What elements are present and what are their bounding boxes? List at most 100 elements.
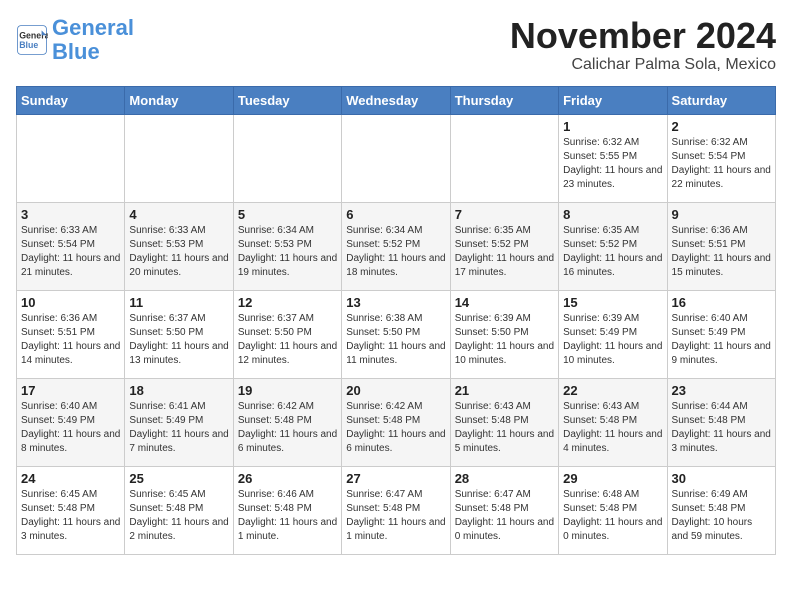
day-number: 13 [346,295,445,310]
header-row: SundayMondayTuesdayWednesdayThursdayFrid… [17,86,776,114]
day-number: 24 [21,471,120,486]
calendar-cell: 17Sunrise: 6:40 AM Sunset: 5:49 PM Dayli… [17,378,125,466]
day-number: 11 [129,295,228,310]
day-number: 2 [672,119,771,134]
day-info: Sunrise: 6:32 AM Sunset: 5:55 PM Dayligh… [563,136,662,192]
logo-icon: General Blue [16,24,48,56]
day-info: Sunrise: 6:34 AM Sunset: 5:53 PM Dayligh… [238,224,337,280]
day-number: 5 [238,207,337,222]
day-info: Sunrise: 6:41 AM Sunset: 5:49 PM Dayligh… [129,400,228,456]
calendar-cell: 26Sunrise: 6:46 AM Sunset: 5:48 PM Dayli… [233,466,341,554]
calendar-cell: 20Sunrise: 6:42 AM Sunset: 5:48 PM Dayli… [342,378,450,466]
day-info: Sunrise: 6:45 AM Sunset: 5:48 PM Dayligh… [129,488,228,544]
day-number: 14 [455,295,554,310]
day-info: Sunrise: 6:48 AM Sunset: 5:48 PM Dayligh… [563,488,662,544]
calendar-title: November 2024 [510,16,776,56]
header-cell-wednesday: Wednesday [342,86,450,114]
svg-text:General: General [19,31,48,41]
day-info: Sunrise: 6:36 AM Sunset: 5:51 PM Dayligh… [21,312,120,368]
day-info: Sunrise: 6:38 AM Sunset: 5:50 PM Dayligh… [346,312,445,368]
calendar-cell: 24 Sunrise: 6:45 AM Sunset: 5:48 PM Dayli… [17,466,125,554]
week-row-1: 1Sunrise: 6:32 AM Sunset: 5:55 PM Daylig… [17,114,776,202]
calendar-cell: 11 Sunrise: 6:37 AM Sunset: 5:50 PM Dayli… [125,290,233,378]
day-info: Sunrise: 6:33 AM Sunset: 5:54 PM Dayligh… [21,224,120,280]
calendar-cell [450,114,558,202]
day-number: 20 [346,383,445,398]
calendar-cell [125,114,233,202]
header-cell-friday: Friday [559,86,667,114]
day-number: 22 [563,383,662,398]
calendar-cell [17,114,125,202]
header-cell-tuesday: Tuesday [233,86,341,114]
calendar-cell: 3 Sunrise: 6:33 AM Sunset: 5:54 PM Daylig… [17,202,125,290]
week-row-3: 10 Sunrise: 6:36 AM Sunset: 5:51 PM Dayli… [17,290,776,378]
title-section: November 2024 Calichar Palma Sola, Mexic… [510,16,776,74]
calendar-cell: 7 Sunrise: 6:35 AM Sunset: 5:52 PM Daylig… [450,202,558,290]
day-info: Sunrise: 6:45 AM Sunset: 5:48 PM Dayligh… [21,488,120,544]
calendar-cell: 2 Sunrise: 6:32 AM Sunset: 5:54 PM Daylig… [667,114,775,202]
calendar-cell: 25 Sunrise: 6:45 AM Sunset: 5:48 PM Dayli… [125,466,233,554]
day-number: 3 [21,207,120,222]
day-info: Sunrise: 6:47 AM Sunset: 5:48 PM Dayligh… [346,488,445,544]
calendar-table: SundayMondayTuesdayWednesdayThursdayFrid… [16,86,776,555]
day-info: Sunrise: 6:37 AM Sunset: 5:50 PM Dayligh… [129,312,228,368]
calendar-cell: 4Sunrise: 6:33 AM Sunset: 5:53 PM Daylig… [125,202,233,290]
day-info: Sunrise: 6:47 AM Sunset: 5:48 PM Dayligh… [455,488,554,544]
logo-text2: Blue [52,39,100,64]
calendar-cell: 15 Sunrise: 6:39 AM Sunset: 5:49 PM Dayli… [559,290,667,378]
day-info: Sunrise: 6:42 AM Sunset: 5:48 PM Dayligh… [238,400,337,456]
day-number: 7 [455,207,554,222]
day-info: Sunrise: 6:39 AM Sunset: 5:49 PM Dayligh… [563,312,662,368]
day-number: 15 [563,295,662,310]
header-cell-thursday: Thursday [450,86,558,114]
day-number: 12 [238,295,337,310]
calendar-cell: 21Sunrise: 6:43 AM Sunset: 5:48 PM Dayli… [450,378,558,466]
calendar-cell: 5 Sunrise: 6:34 AM Sunset: 5:53 PM Daylig… [233,202,341,290]
logo-text: General Blue [52,16,134,64]
calendar-cell: 16 Sunrise: 6:40 AM Sunset: 5:49 PM Dayli… [667,290,775,378]
calendar-cell: 29 Sunrise: 6:48 AM Sunset: 5:48 PM Dayli… [559,466,667,554]
calendar-cell [233,114,341,202]
day-number: 9 [672,207,771,222]
day-number: 25 [129,471,228,486]
day-info: Sunrise: 6:35 AM Sunset: 5:52 PM Dayligh… [563,224,662,280]
calendar-cell [342,114,450,202]
calendar-cell: 10 Sunrise: 6:36 AM Sunset: 5:51 PM Dayli… [17,290,125,378]
day-number: 19 [238,383,337,398]
day-number: 23 [672,383,771,398]
day-number: 29 [563,471,662,486]
day-number: 16 [672,295,771,310]
logo-text1: General [52,15,134,40]
calendar-cell: 23 Sunrise: 6:44 AM Sunset: 5:48 PM Dayli… [667,378,775,466]
day-info: Sunrise: 6:35 AM Sunset: 5:52 PM Dayligh… [455,224,554,280]
header-cell-monday: Monday [125,86,233,114]
calendar-subtitle: Calichar Palma Sola, Mexico [510,56,776,74]
week-row-2: 3 Sunrise: 6:33 AM Sunset: 5:54 PM Daylig… [17,202,776,290]
calendar-cell: 19 Sunrise: 6:42 AM Sunset: 5:48 PM Dayli… [233,378,341,466]
calendar-cell: 9 Sunrise: 6:36 AM Sunset: 5:51 PM Daylig… [667,202,775,290]
calendar-cell: 27 Sunrise: 6:47 AM Sunset: 5:48 PM Dayli… [342,466,450,554]
day-number: 28 [455,471,554,486]
calendar-cell: 6 Sunrise: 6:34 AM Sunset: 5:52 PM Daylig… [342,202,450,290]
day-info: Sunrise: 6:32 AM Sunset: 5:54 PM Dayligh… [672,136,771,192]
calendar-cell: 18Sunrise: 6:41 AM Sunset: 5:49 PM Dayli… [125,378,233,466]
calendar-cell: 1Sunrise: 6:32 AM Sunset: 5:55 PM Daylig… [559,114,667,202]
calendar-cell: 12 Sunrise: 6:37 AM Sunset: 5:50 PM Dayli… [233,290,341,378]
calendar-header: SundayMondayTuesdayWednesdayThursdayFrid… [17,86,776,114]
day-number: 6 [346,207,445,222]
day-number: 4 [129,207,228,222]
day-number: 8 [563,207,662,222]
day-info: Sunrise: 6:44 AM Sunset: 5:48 PM Dayligh… [672,400,771,456]
day-number: 27 [346,471,445,486]
week-row-4: 17Sunrise: 6:40 AM Sunset: 5:49 PM Dayli… [17,378,776,466]
day-info: Sunrise: 6:34 AM Sunset: 5:52 PM Dayligh… [346,224,445,280]
day-info: Sunrise: 6:36 AM Sunset: 5:51 PM Dayligh… [672,224,771,280]
day-info: Sunrise: 6:43 AM Sunset: 5:48 PM Dayligh… [563,400,662,456]
day-info: Sunrise: 6:37 AM Sunset: 5:50 PM Dayligh… [238,312,337,368]
day-info: Sunrise: 6:39 AM Sunset: 5:50 PM Dayligh… [455,312,554,368]
day-number: 10 [21,295,120,310]
header-cell-sunday: Sunday [17,86,125,114]
calendar-cell: 14 Sunrise: 6:39 AM Sunset: 5:50 PM Dayli… [450,290,558,378]
day-info: Sunrise: 6:40 AM Sunset: 5:49 PM Dayligh… [672,312,771,368]
day-number: 17 [21,383,120,398]
